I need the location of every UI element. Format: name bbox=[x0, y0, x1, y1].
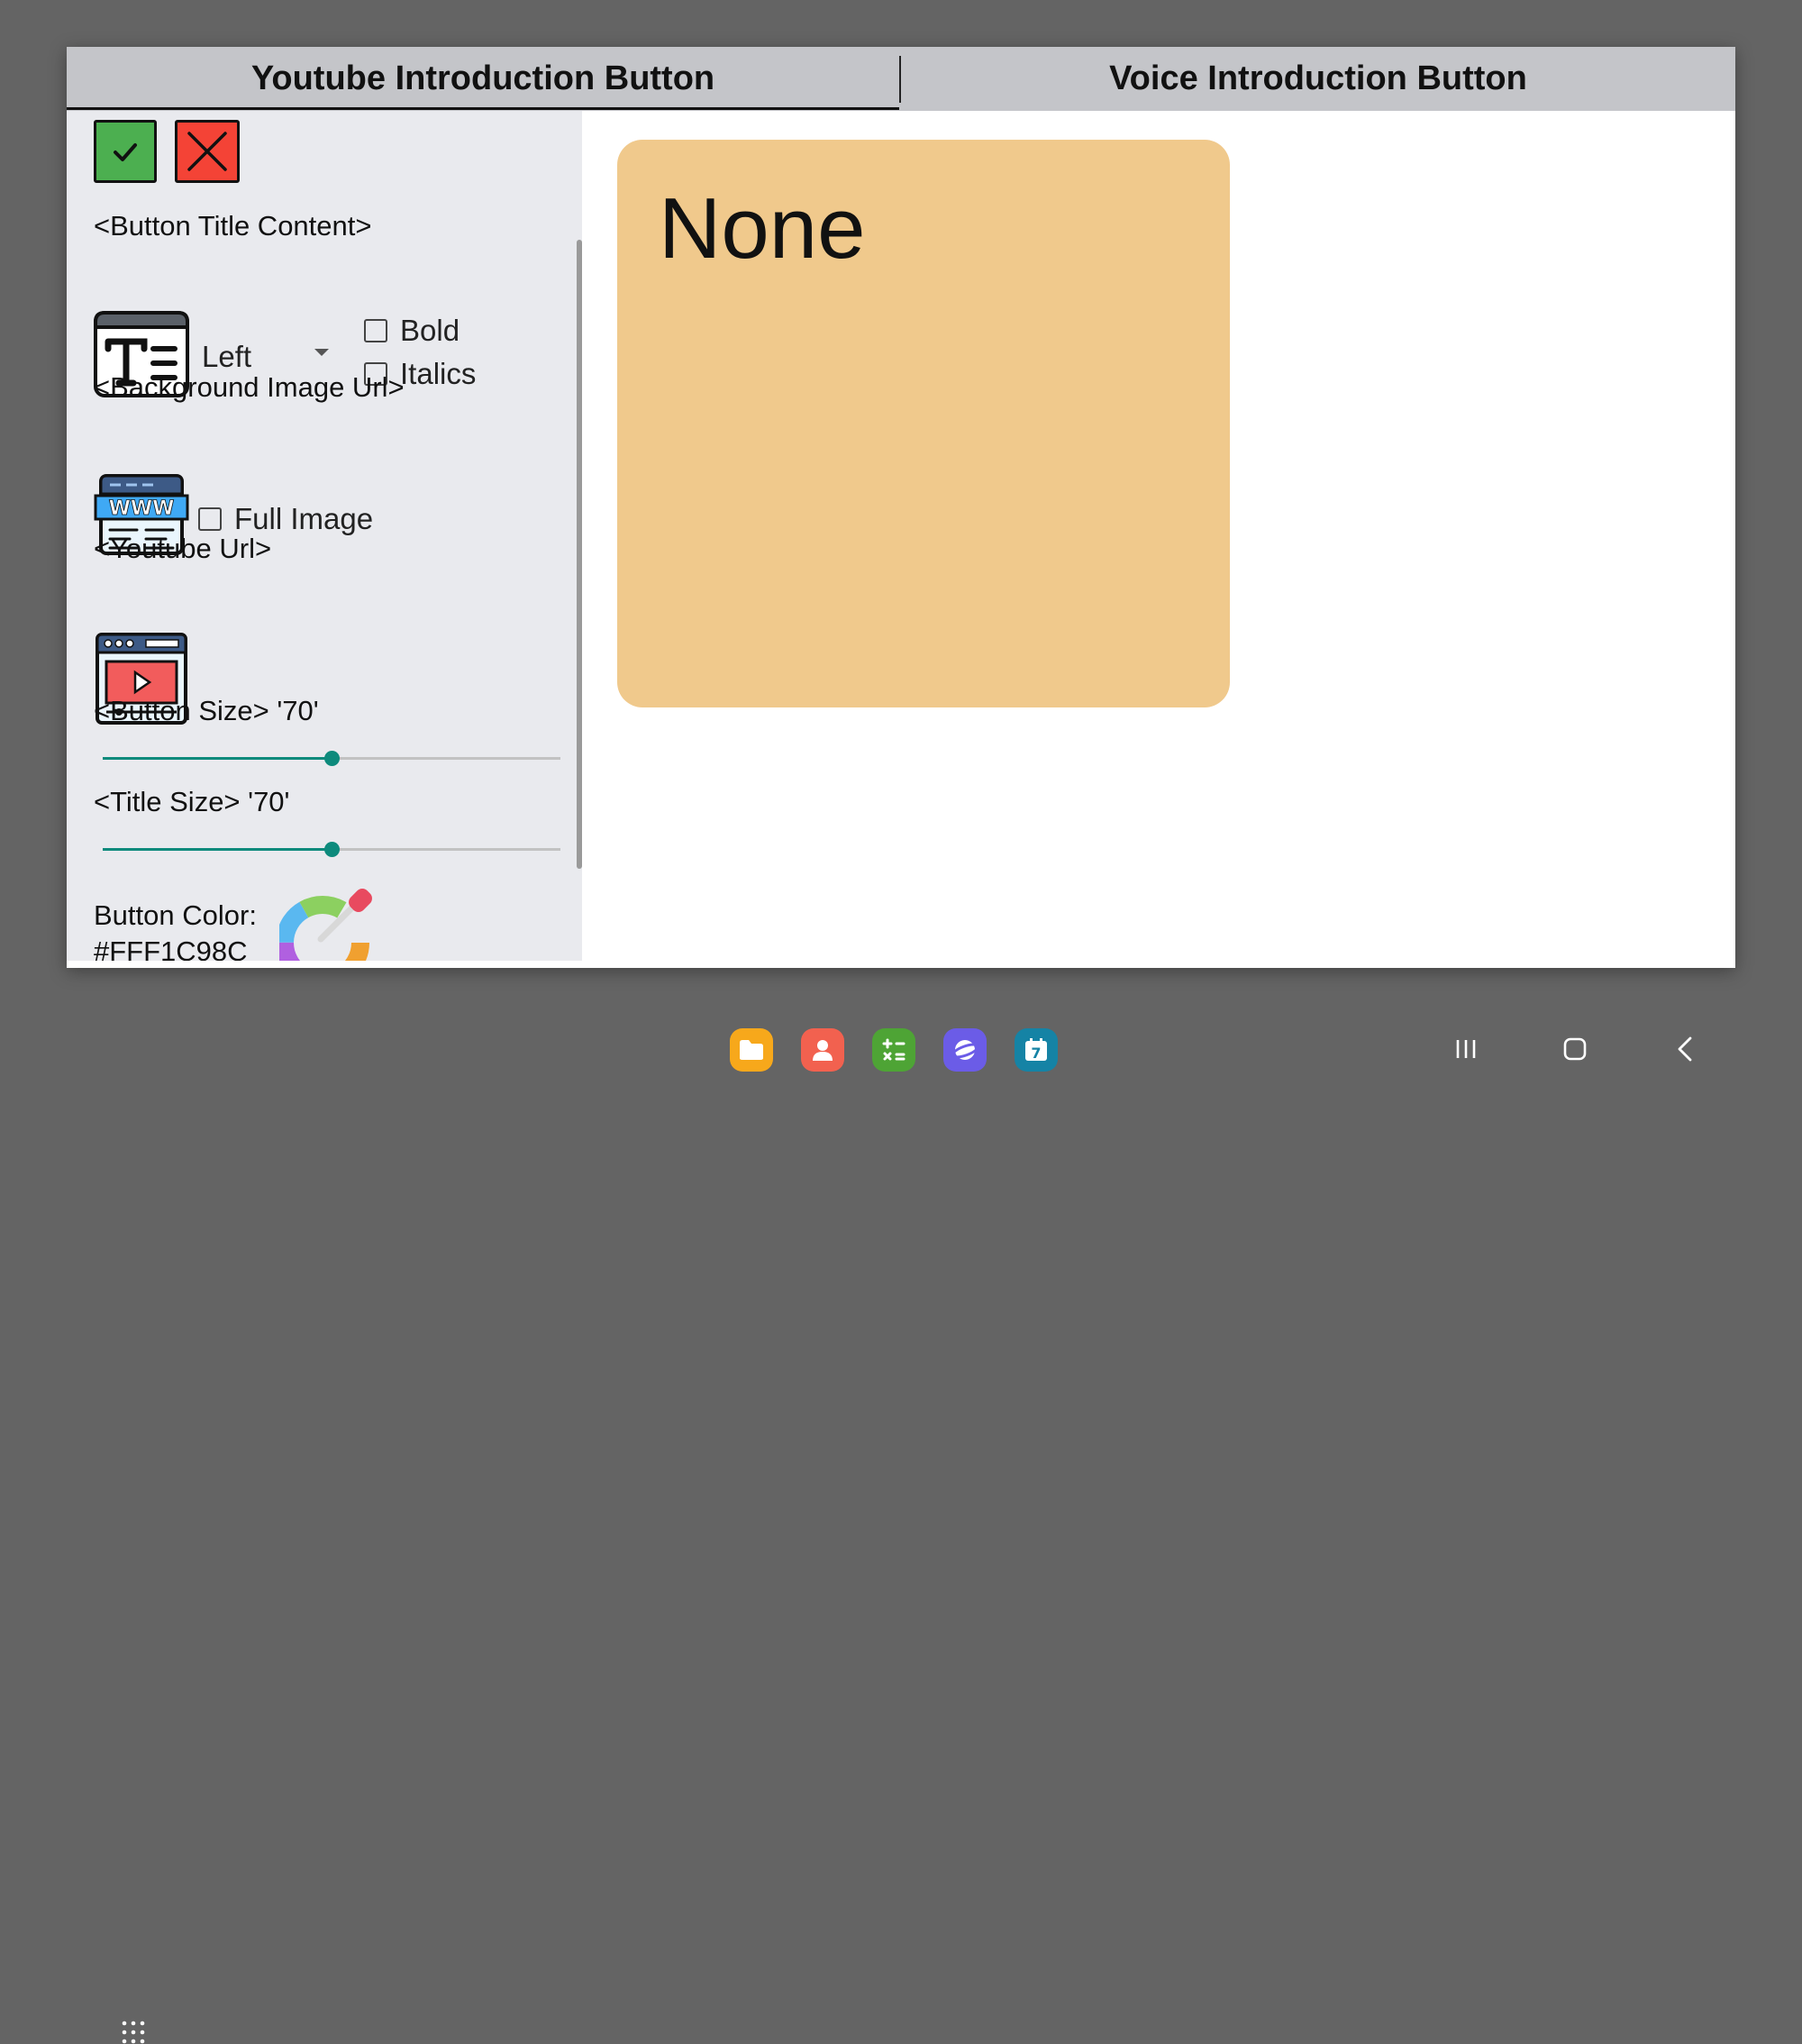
bold-checkbox-box[interactable] bbox=[364, 319, 387, 342]
chevron-down-icon[interactable] bbox=[314, 349, 329, 356]
bold-label: Bold bbox=[400, 314, 460, 347]
button-preview[interactable]: None bbox=[617, 140, 1230, 707]
calendar-icon[interactable]: 7 bbox=[1015, 1028, 1058, 1072]
tab-youtube-introduction[interactable]: Youtube Introduction Button bbox=[67, 47, 899, 111]
settings-panel[interactable]: <Button Title Content> Left Bold Italics… bbox=[67, 111, 582, 961]
calculator-icon[interactable] bbox=[872, 1028, 915, 1072]
color-picker-icon[interactable] bbox=[276, 887, 378, 961]
contacts-icon[interactable] bbox=[801, 1028, 844, 1072]
apps-grid-icon[interactable] bbox=[122, 2021, 145, 2044]
button-size-slider[interactable] bbox=[103, 748, 560, 770]
panel-scrollbar[interactable] bbox=[577, 240, 582, 869]
confirm-button[interactable] bbox=[94, 120, 157, 183]
cancel-button[interactable] bbox=[175, 120, 240, 183]
tab-voice-introduction[interactable]: Voice Introduction Button bbox=[901, 47, 1735, 111]
button-size-slider-thumb[interactable] bbox=[324, 751, 340, 766]
button-color-value: #FFF1C98C bbox=[94, 935, 248, 961]
back-icon[interactable] bbox=[1676, 1036, 1694, 1062]
bold-checkbox[interactable]: Bold bbox=[364, 314, 460, 348]
svg-text:WWW: WWW bbox=[109, 497, 175, 520]
calendar-day: 7 bbox=[1031, 1045, 1041, 1062]
active-tab-indicator bbox=[67, 107, 899, 110]
my-files-icon[interactable] bbox=[730, 1028, 773, 1072]
full-image-label: Full Image bbox=[234, 502, 374, 535]
button-size-label: <Button Size> '70' bbox=[94, 695, 319, 726]
title-size-slider[interactable] bbox=[103, 839, 560, 861]
title-size-label: <Title Size> '70' bbox=[94, 786, 290, 817]
youtube-url-label: <Youtube Url> bbox=[94, 533, 272, 564]
button-size-slider-fill bbox=[103, 757, 332, 760]
tab-bar: Youtube Introduction Button Voice Introd… bbox=[67, 47, 1735, 111]
button-settings-dialog: Youtube Introduction Button Voice Introd… bbox=[67, 47, 1735, 968]
title-content-label: <Button Title Content> bbox=[94, 210, 372, 242]
close-icon bbox=[187, 132, 227, 171]
recents-icon[interactable] bbox=[1454, 1038, 1478, 1060]
button-preview-title: None bbox=[659, 180, 866, 277]
title-size-slider-thumb[interactable] bbox=[324, 842, 340, 857]
home-icon[interactable] bbox=[1563, 1037, 1587, 1061]
button-color-label: Button Color: #FFF1C98C bbox=[94, 898, 257, 961]
italics-label: Italics bbox=[400, 357, 477, 390]
title-size-slider-fill bbox=[103, 848, 332, 851]
full-image-checkbox[interactable]: Full Image bbox=[198, 502, 373, 536]
full-image-checkbox-box[interactable] bbox=[198, 507, 222, 531]
check-icon bbox=[114, 143, 137, 161]
internet-icon[interactable] bbox=[943, 1028, 987, 1072]
alignment-dropdown-value[interactable]: Left bbox=[202, 340, 251, 374]
button-color-caption: Button Color: bbox=[94, 899, 257, 931]
background-url-label: <Background Image Url> bbox=[94, 371, 405, 403]
